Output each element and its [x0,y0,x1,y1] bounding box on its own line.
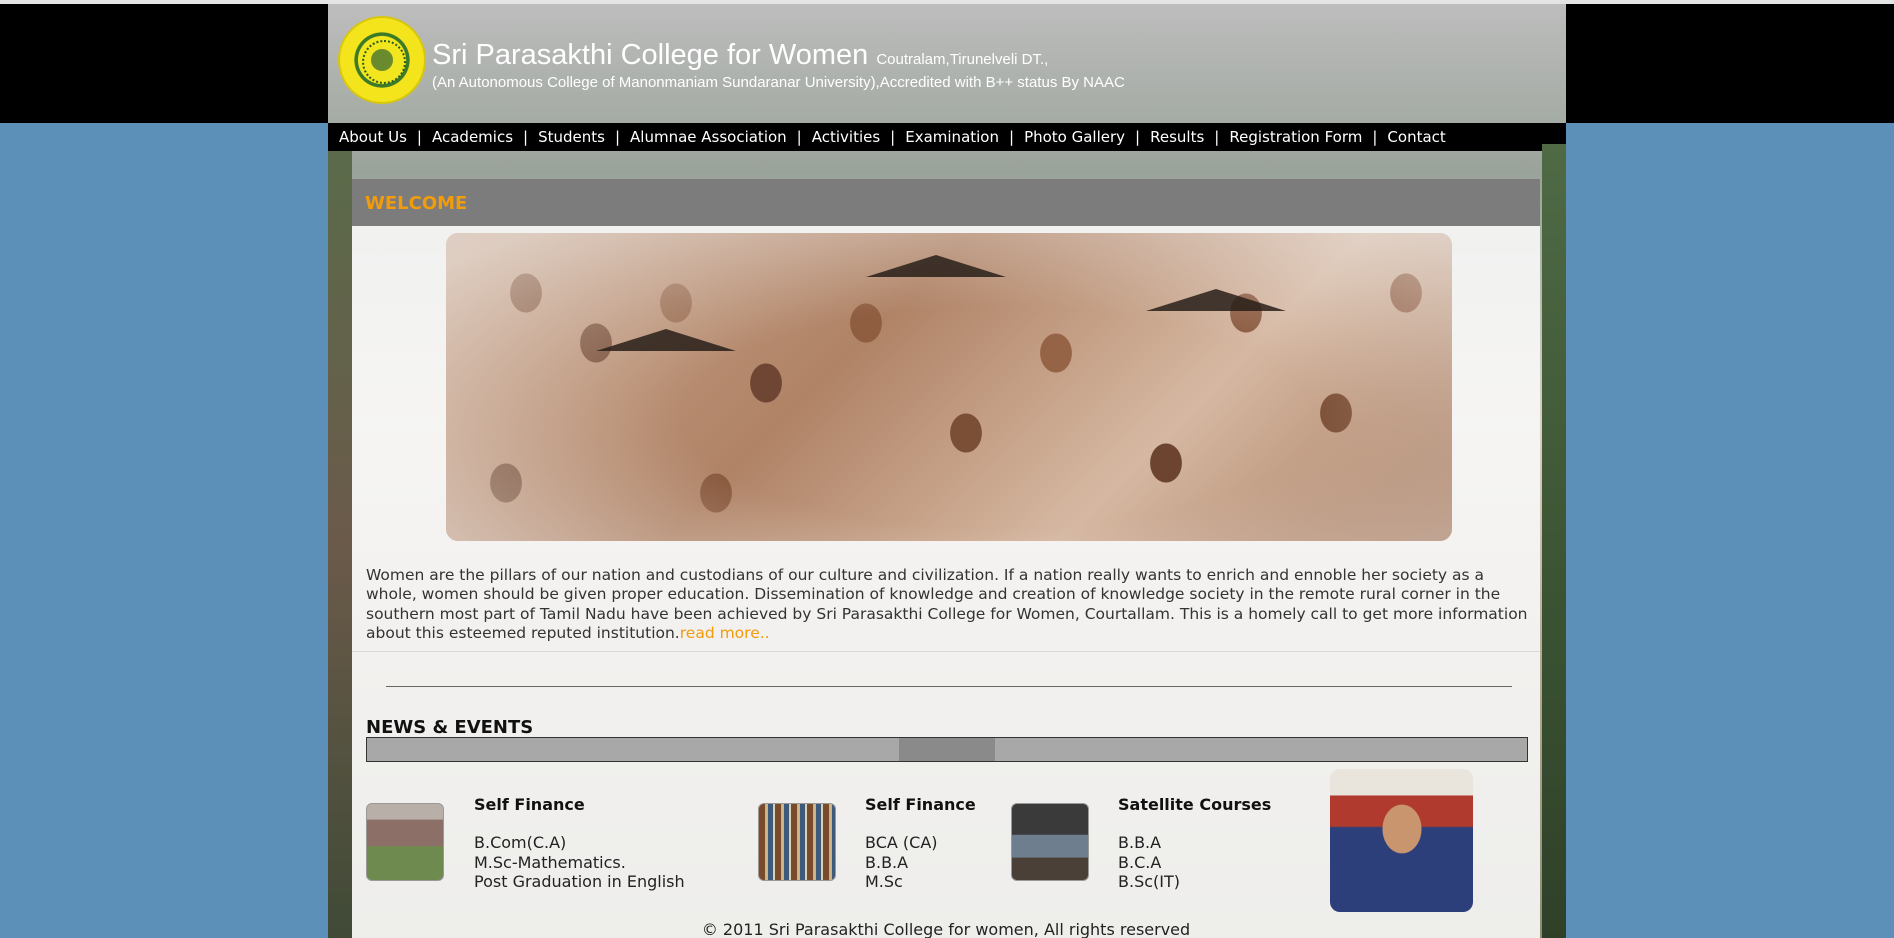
welcome-intro-paragraph: Women are the pillars of our nation and … [366,566,1528,644]
nav-alumnae-association[interactable]: Alumnae Association [630,128,787,146]
ticker-slider-thumb[interactable] [899,738,995,761]
college-name-heading: Sri Parasakthi College for Women Coutral… [432,38,1048,77]
logo-emblem [362,40,406,84]
course-list: B.Com(C.A) M.Sc-Mathematics. Post Gradua… [474,833,685,892]
college-name: Sri Parasakthi College for Women [432,39,869,71]
nav-activities[interactable]: Activities [812,128,880,146]
welcome-bar: WELCOME [352,179,1540,226]
page-container: Sri Parasakthi College for Women Coutral… [328,4,1566,938]
course-item[interactable]: M.Sc-Mathematics. [474,853,685,873]
course-group-title: Satellite Courses [1118,795,1272,814]
main-navigation: About Us | Academics | Students | Alumna… [328,123,1566,151]
college-logo-icon[interactable] [338,16,426,104]
course-item[interactable]: B.Com(C.A) [474,833,685,853]
nav-registration-form[interactable]: Registration Form [1229,128,1362,146]
nav-contact[interactable]: Contact [1387,128,1445,146]
nav-separator: | [1135,128,1141,146]
nav-academics[interactable]: Academics [432,128,513,146]
graduation-cap-icon [596,329,736,351]
founder-portrait-image [1330,769,1473,912]
computer-lab-photo [1011,803,1089,881]
nav-separator: | [1372,128,1378,146]
course-group-title: Self Finance [865,795,976,814]
divider [386,686,1512,687]
course-item[interactable]: Post Graduation in English [474,872,685,892]
library-books-photo [758,803,836,881]
main-content-panel: WELCOME Women are the pillars of our nat… [352,179,1540,938]
course-list: BCA (CA) B.B.A M.Sc [865,833,938,892]
college-building-photo [366,803,444,881]
welcome-title: WELCOME [365,193,468,214]
nav-about-us[interactable]: About Us [339,128,407,146]
nav-separator: | [523,128,529,146]
nav-results[interactable]: Results [1150,128,1204,146]
nav-examination[interactable]: Examination [905,128,999,146]
course-item[interactable]: BCA (CA) [865,833,938,853]
students-banner-image [446,233,1452,541]
footer-copyright: © 2011 Sri Parasakthi College for women,… [701,920,1191,938]
divider [352,651,1540,652]
course-item[interactable]: B.Sc(IT) [1118,872,1180,892]
nav-students[interactable]: Students [538,128,605,146]
course-item[interactable]: B.B.A [865,853,938,873]
news-events-heading: NEWS & EVENTS [366,717,534,738]
nav-separator: | [614,128,621,146]
course-item[interactable]: B.B.A [1118,833,1180,853]
banner-vignette [446,233,1452,541]
college-location: Coutralam,Tirunelveli DT., [876,51,1049,68]
college-subtitle: (An Autonomous College of Manonmaniam Su… [432,74,1125,91]
graduation-cap-icon [1146,289,1286,311]
course-item[interactable]: M.Sc [865,872,938,892]
nav-separator: | [796,128,802,146]
nav-separator: | [1009,128,1015,146]
read-more-link[interactable]: read more.. [680,624,770,642]
nav-separator: | [416,128,422,146]
course-item[interactable]: B.C.A [1118,853,1180,873]
nav-separator: | [890,128,896,146]
course-group-title: Self Finance [474,795,585,814]
intro-text: Women are the pillars of our nation and … [366,566,1528,643]
graduation-cap-icon [866,255,1006,277]
news-ticker[interactable] [366,737,1528,762]
nav-separator: | [1214,128,1220,146]
nav-photo-gallery[interactable]: Photo Gallery [1024,128,1125,146]
course-list: B.B.A B.C.A B.Sc(IT) [1118,833,1180,892]
